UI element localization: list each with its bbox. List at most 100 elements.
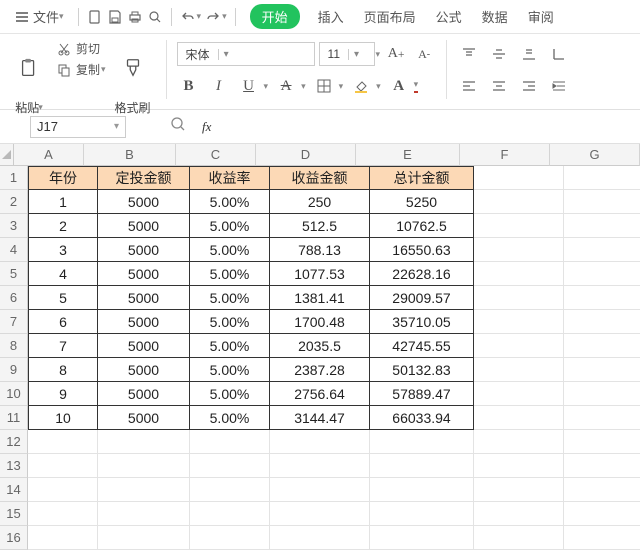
cell[interactable]: 5000 [98,286,190,310]
cell[interactable]: 收益金额 [270,166,370,190]
cell[interactable]: 29009.57 [370,286,474,310]
cell[interactable]: 8 [28,358,98,382]
cell[interactable] [190,430,270,454]
cell[interactable]: 5000 [98,334,190,358]
cell[interactable]: 1700.48 [270,310,370,334]
cell[interactable] [564,238,640,262]
cell[interactable]: 5 [28,286,98,310]
cell[interactable]: 5.00% [190,310,270,334]
cell[interactable] [270,478,370,502]
cell[interactable] [190,454,270,478]
font-name-combo[interactable]: 宋体 ▾ [177,42,315,66]
cell[interactable]: 5.00% [190,406,270,430]
row-header[interactable]: 2 [0,190,28,214]
cell[interactable]: 5.00% [190,286,270,310]
format-painter-button[interactable] [110,40,156,96]
preview-icon[interactable] [147,9,163,25]
align-bottom-button[interactable] [517,42,541,66]
cell[interactable]: 2 [28,214,98,238]
row-header[interactable]: 1 [0,166,28,190]
save-icon[interactable] [107,9,123,25]
border-button[interactable] [312,74,336,98]
new-icon[interactable] [87,9,103,25]
row-header[interactable]: 6 [0,286,28,310]
cell[interactable] [564,310,640,334]
cell[interactable] [564,454,640,478]
increase-font-button[interactable]: A+ [384,42,408,66]
cells-area[interactable]: 年份定投金额收益率收益金额总计金额150005.00%2505250250005… [28,166,640,550]
column-header[interactable]: G [550,144,640,166]
row-header[interactable]: 11 [0,406,28,430]
cell[interactable]: 22628.16 [370,262,474,286]
cell[interactable]: 1381.41 [270,286,370,310]
tab-data[interactable]: 数据 [474,4,516,29]
cell[interactable] [370,502,474,526]
cell[interactable] [98,478,190,502]
cell[interactable]: 1077.53 [270,262,370,286]
cell[interactable]: 5000 [98,382,190,406]
cell[interactable] [474,214,564,238]
cell[interactable] [98,454,190,478]
cell[interactable] [564,166,640,190]
cell[interactable]: 10 [28,406,98,430]
cell[interactable] [564,406,640,430]
cell[interactable] [564,358,640,382]
align-left-button[interactable] [457,74,481,98]
cell[interactable]: 9 [28,382,98,406]
cell[interactable] [474,358,564,382]
row-header[interactable]: 7 [0,310,28,334]
cell[interactable] [190,502,270,526]
cell[interactable]: 42745.55 [370,334,474,358]
cell[interactable]: 16550.63 [370,238,474,262]
cell[interactable] [474,166,564,190]
cell[interactable] [474,478,564,502]
cell[interactable] [474,526,564,550]
cell[interactable] [564,478,640,502]
bold-button[interactable]: B [177,74,201,98]
column-header[interactable]: E [356,144,460,166]
cell[interactable] [28,478,98,502]
cell[interactable]: 总计金额 [370,166,474,190]
cell[interactable]: 4 [28,262,98,286]
cell[interactable]: 5.00% [190,334,270,358]
indent-button[interactable] [547,74,571,98]
cell[interactable] [28,502,98,526]
cell[interactable] [270,454,370,478]
zoom-icon[interactable] [170,116,186,137]
paste-button[interactable] [6,40,52,96]
cell[interactable] [564,526,640,550]
cell[interactable] [474,190,564,214]
cell[interactable] [564,430,640,454]
row-header[interactable]: 14 [0,478,28,502]
cell[interactable] [28,430,98,454]
decrease-font-button[interactable]: A- [412,42,436,66]
cell[interactable] [474,310,564,334]
cell[interactable]: 年份 [28,166,98,190]
cell[interactable]: 收益率 [190,166,270,190]
cell[interactable] [564,286,640,310]
align-right-button[interactable] [517,74,541,98]
cell[interactable] [474,502,564,526]
print-icon[interactable] [127,9,143,25]
cell[interactable]: 50132.83 [370,358,474,382]
font-size-combo[interactable]: 11 ▾ [319,42,375,66]
cell[interactable]: 788.13 [270,238,370,262]
cell[interactable]: 5000 [98,310,190,334]
cell[interactable]: 5000 [98,406,190,430]
cell[interactable] [474,334,564,358]
row-header[interactable]: 5 [0,262,28,286]
row-header[interactable]: 13 [0,454,28,478]
cell[interactable]: 5000 [98,214,190,238]
app-menu-button[interactable]: 文件 ▾ [8,4,70,29]
cell[interactable]: 2756.64 [270,382,370,406]
cell[interactable] [190,526,270,550]
cell[interactable] [270,430,370,454]
cell[interactable] [270,502,370,526]
cell[interactable]: 7 [28,334,98,358]
tab-start[interactable]: 开始 [250,4,300,29]
column-header[interactable]: B [84,144,176,166]
cell[interactable]: 35710.05 [370,310,474,334]
cell[interactable] [474,454,564,478]
cell[interactable] [564,190,640,214]
cell[interactable]: 6 [28,310,98,334]
